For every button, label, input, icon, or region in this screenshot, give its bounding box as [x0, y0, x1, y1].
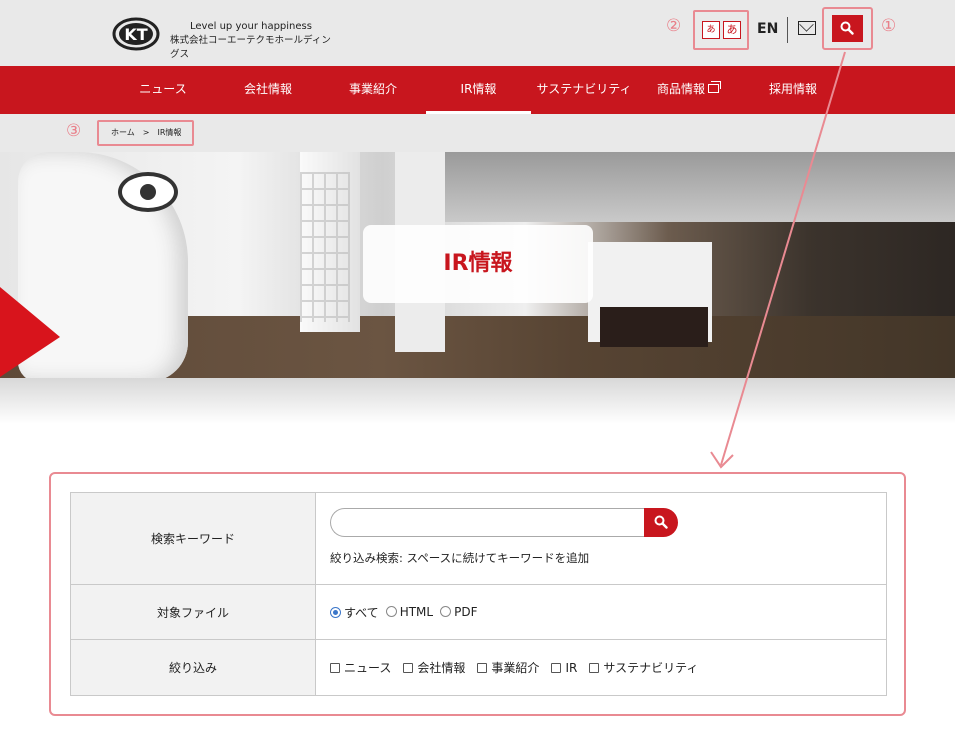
checkbox-business[interactable] — [477, 663, 488, 673]
breadcrumb-bar: ③ ホーム > IR情報 — [0, 114, 955, 152]
file-type-row: 対象ファイル すべて HTML PDF — [70, 584, 887, 640]
callout-1: ① — [881, 16, 897, 36]
global-nav: ニュース 会社情報 事業紹介 IR情報 サステナビリティ 商品情報 採用情報 — [0, 66, 955, 114]
nav-item-products[interactable]: 商品情報 — [643, 66, 733, 114]
language-en-link[interactable]: EN — [757, 21, 778, 37]
nav-item-recruit[interactable]: 採用情報 — [748, 66, 838, 114]
nav-item-business[interactable]: 事業紹介 — [328, 66, 418, 114]
font-size-switcher: あ あ — [693, 10, 749, 50]
keyword-search-group — [330, 508, 678, 537]
external-link-icon — [708, 81, 721, 93]
search-form-table: 検索キーワード 絞り込み検索: スペースに続けてキーワードを追加 対象ファイル — [70, 492, 887, 696]
nav-item-company[interactable]: 会社情報 — [223, 66, 313, 114]
font-size-small-button[interactable]: あ — [702, 21, 720, 39]
hero-ceiling — [420, 152, 955, 222]
hero-red-sculpture — [0, 287, 60, 377]
site-header: KT Level up your happiness 株式会社コーエーテクモホー… — [0, 0, 955, 66]
filter-row: 絞り込み ニュース 会社情報 事業紹介 IR サステナビリティ — [70, 639, 887, 696]
logo-tagline: Level up your happiness — [190, 21, 312, 32]
filter-option-news[interactable]: ニュース — [330, 659, 391, 676]
checkbox-company[interactable] — [403, 663, 414, 673]
header-search-button[interactable] — [832, 15, 863, 42]
keyword-input[interactable] — [330, 508, 648, 537]
kt-logo-icon: KT — [112, 17, 160, 51]
hero-reception-desk — [600, 307, 708, 347]
site-logo[interactable]: KT Level up your happiness 株式会社コーエーテクモホー… — [112, 17, 332, 60]
file-type-label: 対象ファイル — [70, 584, 316, 640]
keyword-hint: 絞り込み検索: スペースに続けてキーワードを追加 — [330, 551, 590, 565]
logo-company-name: 株式会社コーエーテクモホールディングス — [170, 35, 331, 60]
hero-fade — [0, 378, 955, 424]
file-option-html[interactable]: HTML — [385, 605, 433, 619]
filter-option-ir[interactable]: IR — [551, 661, 577, 675]
keyword-label: 検索キーワード — [70, 492, 316, 585]
hero-glass-grid — [300, 172, 350, 322]
mail-icon[interactable] — [798, 21, 816, 35]
radio-all[interactable] — [330, 606, 341, 618]
search-icon — [654, 515, 668, 529]
file-option-pdf[interactable]: PDF — [440, 605, 477, 619]
keyword-search-button[interactable] — [644, 508, 678, 537]
filter-option-company[interactable]: 会社情報 — [403, 659, 465, 676]
checkbox-sustainability[interactable] — [589, 663, 600, 673]
filter-label: 絞り込み — [70, 639, 316, 696]
sculpture-eye — [118, 172, 178, 212]
svg-text:KT: KT — [124, 25, 147, 44]
callout-2: ② — [666, 16, 682, 36]
checkbox-news[interactable] — [330, 663, 340, 673]
filter-option-sustainability[interactable]: サステナビリティ — [589, 659, 698, 676]
callout-3: ③ — [66, 121, 82, 141]
radio-html[interactable] — [385, 606, 397, 617]
checkbox-ir[interactable] — [551, 663, 562, 673]
filter-option-business[interactable]: 事業紹介 — [477, 659, 539, 676]
file-option-all[interactable]: すべて — [330, 604, 379, 621]
nav-item-sustainability[interactable]: サステナビリティ — [531, 66, 637, 114]
radio-pdf[interactable] — [440, 606, 452, 617]
search-icon — [840, 21, 854, 35]
keyword-row: 検索キーワード 絞り込み検索: スペースに続けてキーワードを追加 — [70, 492, 887, 585]
nav-item-ir[interactable]: IR情報 — [426, 66, 531, 114]
page-title: IR情報 — [363, 225, 593, 303]
header-search-highlight — [822, 7, 873, 50]
breadcrumb[interactable]: ホーム > IR情報 — [97, 120, 194, 146]
nav-item-news[interactable]: ニュース — [118, 66, 208, 114]
header-divider — [787, 17, 788, 43]
font-size-large-button[interactable]: あ — [723, 21, 741, 39]
search-panel: 検索キーワード 絞り込み検索: スペースに続けてキーワードを追加 対象ファイル — [49, 472, 906, 716]
nav-item-products-label: 商品情報 — [656, 82, 705, 96]
